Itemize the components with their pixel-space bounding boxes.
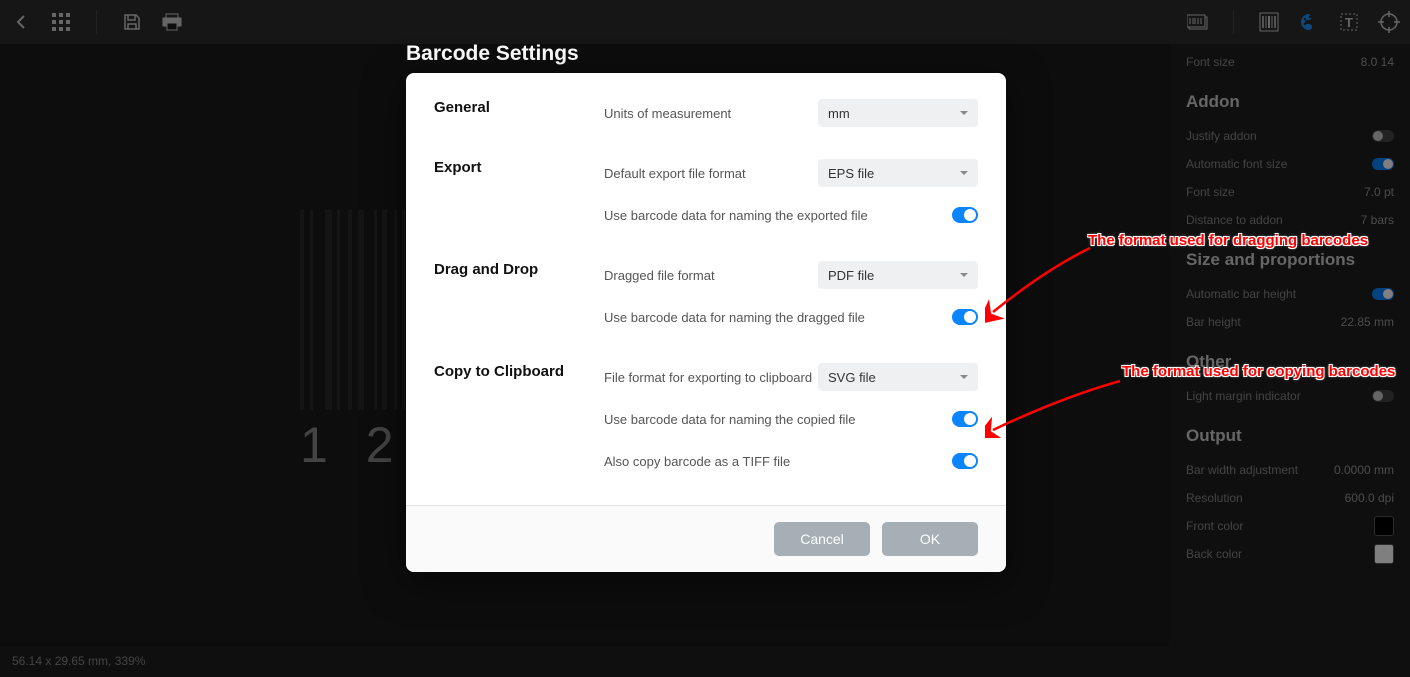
export-format-value: EPS file [828,166,874,181]
units-label: Units of measurement [604,106,731,121]
back-color-label: Back color [1186,547,1242,561]
clipboard-format-value: SVG file [828,370,876,385]
resolution-value: 600.0 dpi [1345,491,1394,505]
lmi-label: Light margin indicator [1186,389,1301,403]
barheight-label: Bar height [1186,315,1241,329]
auto-barheight-label: Automatic bar height [1186,287,1296,301]
auto-fontsize-label: Automatic font size [1186,157,1287,171]
resolution-label: Resolution [1186,491,1243,505]
chevron-down-icon [960,111,968,115]
settings-modal: General Units of measurement mm Export D… [406,73,1006,572]
clipboard-format-dropdown[interactable]: SVG file [818,363,978,391]
fontsize-top-label: Font size [1186,55,1235,69]
front-color-label: Front color [1186,519,1243,533]
cancel-button[interactable]: Cancel [774,522,870,556]
annotation-arrow-copy [985,378,1125,438]
distance-value: 7 bars [1361,213,1394,227]
drag-naming-toggle[interactable] [952,309,978,325]
export-naming-label: Use barcode data for naming the exported… [604,208,868,223]
bwa-value: 0.0000 mm [1334,463,1394,477]
auto-barheight-toggle[interactable] [1372,288,1394,300]
chevron-down-icon [960,273,968,277]
front-color-swatch[interactable] [1374,516,1394,536]
clipboard-tiff-toggle[interactable] [952,453,978,469]
fontsize-value: 7.0 pt [1364,185,1394,199]
distance-label: Distance to addon [1186,213,1283,227]
justify-addon-label: Justify addon [1186,129,1257,143]
barcode-batch-icon[interactable] [1187,11,1209,33]
properties-panel: Font size 8.0 14 Addon Justify addon Auto… [1170,44,1410,677]
drag-format-label: Dragged file format [604,268,715,283]
drag-format-value: PDF file [828,268,874,283]
addon-section-title: Addon [1186,92,1394,112]
justify-addon-toggle[interactable] [1372,130,1394,142]
units-dropdown[interactable]: mm [818,99,978,127]
fontsize-top-value: 8.0 14 [1361,55,1394,69]
target-icon[interactable] [1378,11,1400,33]
lmi-toggle[interactable] [1372,390,1394,402]
back-icon[interactable] [10,11,32,33]
apps-grid-icon[interactable] [50,11,72,33]
modal-title: Barcode Settings [406,42,579,66]
print-icon[interactable] [161,11,183,33]
auto-fontsize-toggle[interactable] [1372,158,1394,170]
annotation-drag-text: The format used for dragging barcodes [1088,232,1368,249]
clipboard-format-label: File format for exporting to clipboard [604,370,812,385]
export-naming-toggle[interactable] [952,207,978,223]
drag-format-dropdown[interactable]: PDF file [818,261,978,289]
bwa-label: Bar width adjustment [1186,463,1298,477]
ok-button[interactable]: OK [882,522,978,556]
chevron-down-icon [960,171,968,175]
clipboard-tiff-label: Also copy barcode as a TIFF file [604,454,790,469]
svg-text:T: T [1345,15,1353,30]
text-tool-icon[interactable]: T [1338,11,1360,33]
palette-icon[interactable] [1298,11,1320,33]
clipboard-section-label: Copy to Clipboard [434,363,604,475]
status-bar: 56.14 x 29.65 mm, 339% [0,647,1410,677]
dragdrop-section-label: Drag and Drop [434,261,604,331]
general-section-label: General [434,99,604,127]
units-value: mm [828,106,850,121]
main-toolbar: T [0,0,1410,44]
export-format-dropdown[interactable]: EPS file [818,159,978,187]
export-format-label: Default export file format [604,166,746,181]
barcode-tool-icon[interactable] [1258,11,1280,33]
back-color-swatch[interactable] [1374,544,1394,564]
drag-naming-label: Use barcode data for naming the dragged … [604,310,865,325]
output-section-title: Output [1186,426,1394,446]
size-section-title: Size and proportions [1186,250,1394,270]
clipboard-naming-toggle[interactable] [952,411,978,427]
fontsize-label: Font size [1186,185,1235,199]
status-text: 56.14 x 29.65 mm, 339% [12,654,145,668]
barheight-value: 22.85 mm [1341,315,1394,329]
chevron-down-icon [960,375,968,379]
export-section-label: Export [434,159,604,229]
save-icon[interactable] [121,11,143,33]
clipboard-naming-label: Use barcode data for naming the copied f… [604,412,856,427]
annotation-copy-text: The format used for copying barcodes [1122,363,1395,380]
